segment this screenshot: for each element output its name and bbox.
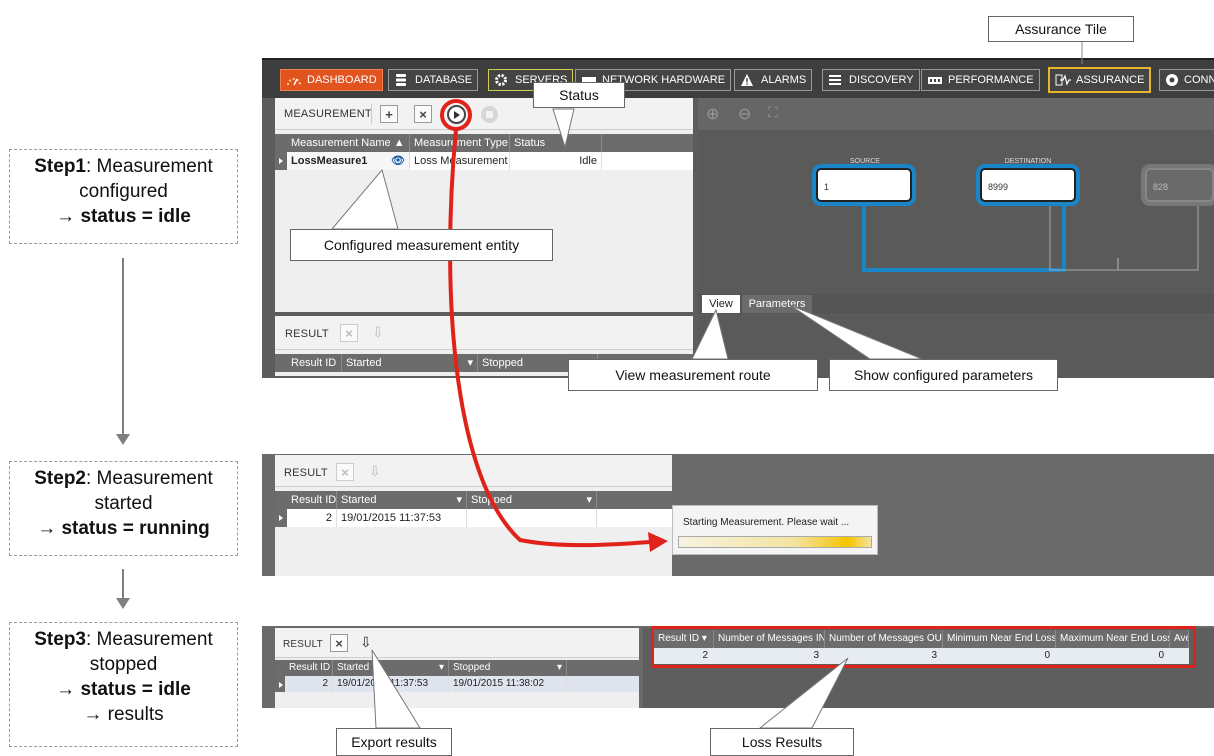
assurance-tile-callout: Assurance Tile [988,16,1134,42]
status-callout: Status [533,82,625,108]
show-params-pointer [789,304,923,360]
export-results-pointer [371,649,421,729]
loss-results-callout: Loss Results [710,728,854,756]
start-button-highlight [440,99,472,131]
export-results-callout: Export results [336,728,452,756]
view-route-callout: View measurement route [568,359,818,391]
status-pointer [552,108,575,149]
start-flow-arrow [448,128,651,548]
configured-entity-callout: Configured measurement entity [290,229,553,261]
assurance-leader [1066,39,1083,64]
view-route-pointer [691,308,729,360]
start-flow-arrowhead [648,532,668,552]
loss-results-pointer [758,657,849,729]
configured-entity-pointer [330,168,399,230]
show-params-callout: Show configured parameters [829,359,1058,391]
